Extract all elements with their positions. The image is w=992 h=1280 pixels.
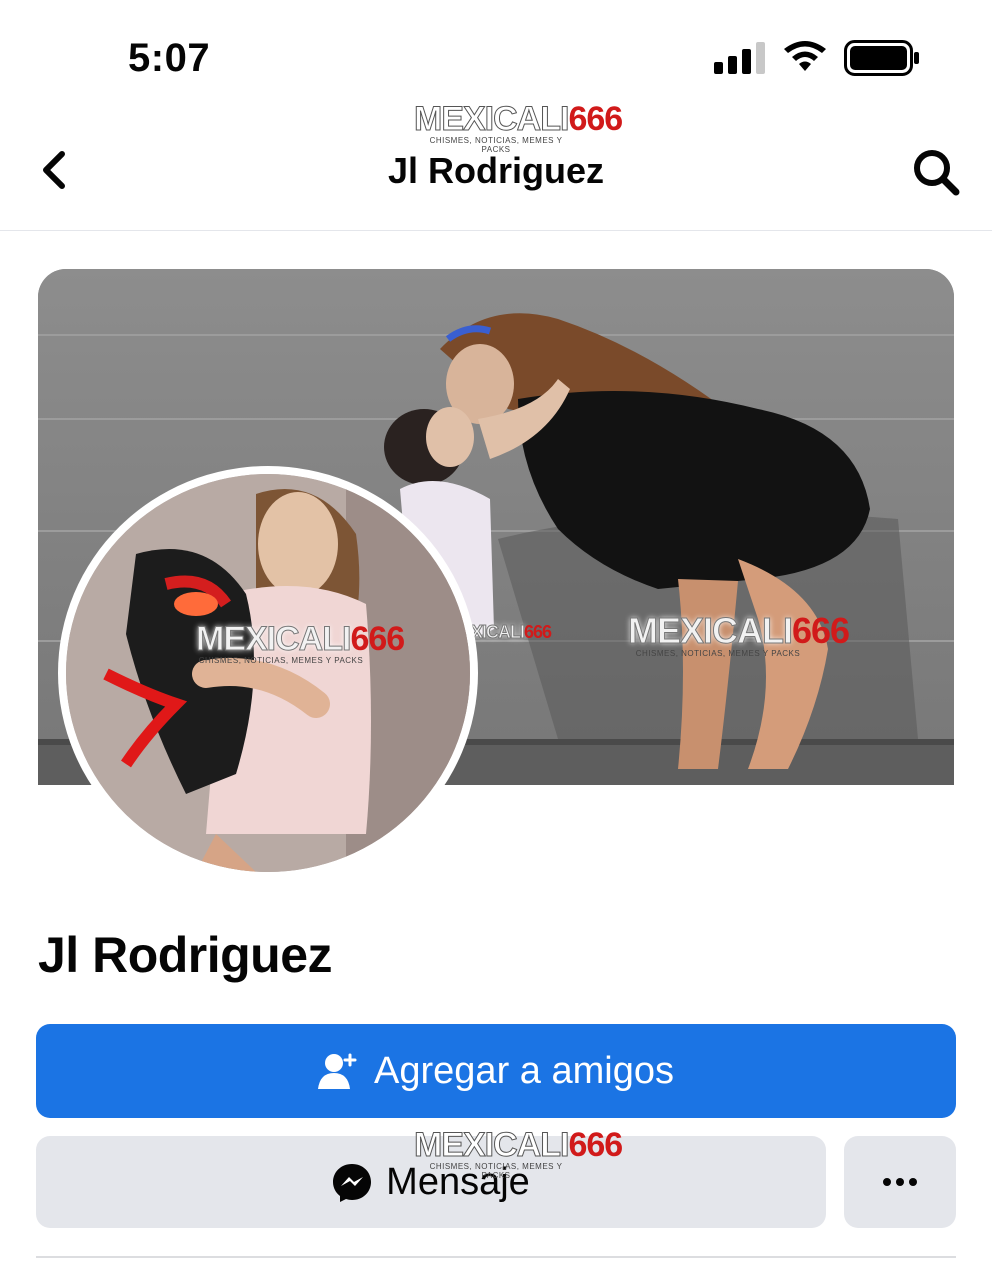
- nav-bar: MEXICALI666 CHISMES, NOTICIAS, MEMES Y P…: [0, 100, 992, 231]
- status-bar: 5:07: [0, 0, 992, 100]
- add-friend-label: Agregar a amigos: [374, 1049, 674, 1092]
- messenger-icon: [333, 1164, 372, 1202]
- add-friend-button[interactable]: Agregar a amigos: [36, 1024, 956, 1118]
- watermark-logo: MEXICALI666 CHISMES, NOTICIAS, MEMES Y P…: [413, 100, 623, 155]
- wifi-icon: [784, 41, 826, 71]
- more-horizontal-icon: [883, 1178, 917, 1186]
- message-label: Mensaje: [386, 1160, 530, 1203]
- more-options-button[interactable]: [844, 1136, 956, 1228]
- status-time: 5:07: [128, 36, 211, 80]
- nav-title: Jl Rodriguez: [387, 150, 605, 191]
- profile-avatar[interactable]: MEXICALI666 CHISMES, NOTICIAS, MEMES Y P…: [58, 466, 478, 880]
- search-icon[interactable]: [908, 144, 964, 200]
- cellular-signal-icon: [714, 42, 765, 74]
- battery-icon: [844, 40, 919, 76]
- profile-name: Jl Rodriguez: [38, 927, 333, 983]
- person-plus-icon: [318, 1053, 357, 1089]
- divider: [36, 1256, 956, 1258]
- message-button[interactable]: Mensaje: [36, 1136, 826, 1228]
